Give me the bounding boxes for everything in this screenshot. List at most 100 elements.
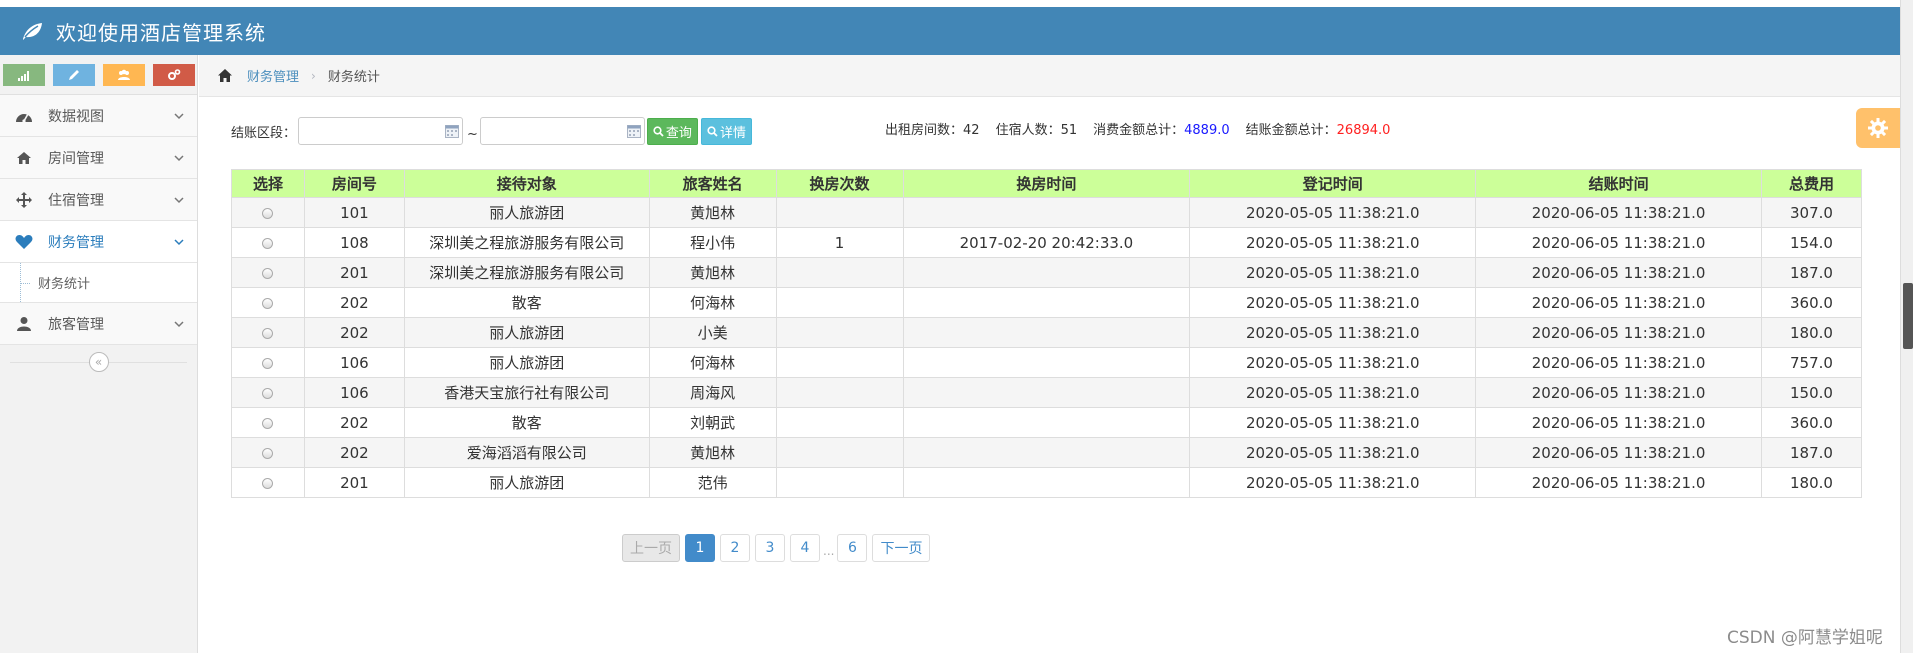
row-select-radio[interactable] xyxy=(262,357,274,369)
row-select-radio[interactable] xyxy=(262,207,274,219)
row-select-radio[interactable] xyxy=(262,297,274,309)
query-button[interactable]: 查询 xyxy=(646,117,698,145)
column-header: 结账时间 xyxy=(1475,169,1762,198)
table-cell: 202 xyxy=(303,437,405,468)
next-page-button[interactable]: 下一页 xyxy=(872,534,931,562)
table-cell: 2020-06-05 11:38:21.0 xyxy=(1475,287,1762,318)
page-button-2[interactable]: 2 xyxy=(720,534,750,562)
sidebar-item-data-view[interactable]: 数据视图 xyxy=(0,95,197,137)
table-cell xyxy=(775,287,904,318)
sidebar-item-guest-management[interactable]: 旅客管理 xyxy=(0,303,197,345)
table-cell: 2020-05-05 11:38:21.0 xyxy=(1189,377,1477,408)
select-cell xyxy=(231,467,305,498)
row-select-radio[interactable] xyxy=(262,387,274,399)
table-row[interactable]: 202 爱海滔滔有限公司 黄旭林 2020-05-05 11:38:21.0 2020-… xyxy=(231,437,1862,468)
row-select-radio[interactable] xyxy=(262,267,274,279)
select-cell xyxy=(231,437,305,468)
rented-rooms-value: 42 xyxy=(963,123,980,138)
home-icon[interactable] xyxy=(217,68,233,83)
move-icon xyxy=(14,191,34,209)
shortcut-bar xyxy=(0,55,197,95)
table-row[interactable]: 202 散客 刘朝武 2020-05-05 11:38:21.0 2020-06-05 … xyxy=(231,407,1862,438)
table-cell: 散客 xyxy=(403,407,650,438)
table-row[interactable]: 106 丽人旅游团 何海林 2020-05-05 11:38:21.0 2020-06-… xyxy=(231,347,1862,378)
breadcrumb-current: 财务统计 xyxy=(327,70,380,85)
page-button-last[interactable]: 6 xyxy=(837,534,868,562)
select-cell xyxy=(231,257,305,288)
shortcut-users-button[interactable] xyxy=(103,64,145,86)
prev-page-button[interactable]: 上一页 xyxy=(622,534,680,562)
page-button-4[interactable]: 4 xyxy=(790,534,820,562)
detail-button-label: 详情 xyxy=(719,125,746,141)
shortcut-settings-button[interactable] xyxy=(153,64,195,86)
table-cell: 爱海滔滔有限公司 xyxy=(403,437,650,468)
double-chevron-left-icon[interactable]: « xyxy=(88,352,109,372)
table-cell: 2020-05-05 11:38:21.0 xyxy=(1189,407,1477,438)
column-header: 总费用 xyxy=(1761,169,1862,198)
calendar-icon[interactable] xyxy=(445,124,460,138)
table-cell: 2020-06-05 11:38:21.0 xyxy=(1475,347,1762,378)
sidebar-item-label: 数据视图 xyxy=(48,108,104,125)
column-header: 接待对象 xyxy=(403,169,650,198)
table-row[interactable]: 101 丽人旅游团 黄旭林 2020-05-05 11:38:21.0 2020-06-… xyxy=(231,197,1862,228)
column-header: 登记时间 xyxy=(1189,169,1477,198)
select-cell xyxy=(231,317,305,348)
search-icon xyxy=(653,125,664,137)
table-cell: 201 xyxy=(303,257,405,288)
settings-gear-button[interactable] xyxy=(1856,108,1900,148)
sidebar-collapse-row: « xyxy=(0,345,197,379)
table-row[interactable]: 202 散客 何海林 2020-05-05 11:38:21.0 2020-06-05 … xyxy=(231,287,1862,318)
calendar-icon[interactable] xyxy=(626,124,641,138)
vertical-scrollbar[interactable] xyxy=(1900,0,1913,653)
sidebar-item-room-management[interactable]: 房间管理 xyxy=(0,137,197,179)
guest-count-label: 住宿人数： xyxy=(995,123,1061,138)
page-button-1[interactable]: 1 xyxy=(685,534,715,562)
sidebar-item-finance-management[interactable]: 财务管理 xyxy=(0,221,197,263)
signal-icon xyxy=(18,71,29,81)
consumption-total-label: 消费金额总计： xyxy=(1093,123,1185,138)
row-select-radio[interactable] xyxy=(262,237,274,249)
end-date-input[interactable] xyxy=(479,117,645,145)
table-cell: 深圳美之程旅游服务有限公司 xyxy=(403,227,650,258)
table-cell: 2020-06-05 11:38:21.0 xyxy=(1475,257,1762,288)
table-cell xyxy=(775,347,904,378)
table-row[interactable]: 201 深圳美之程旅游服务有限公司 黄旭林 2020-05-05 11:38:21.0… xyxy=(231,257,1862,288)
page-ellipsis: ... xyxy=(823,544,835,558)
checkout-total-label: 结账金额总计： xyxy=(1245,123,1337,138)
table-cell: 202 xyxy=(303,407,405,438)
table-cell xyxy=(775,437,904,468)
table-cell: 2020-06-05 11:38:21.0 xyxy=(1475,227,1762,258)
row-select-radio[interactable] xyxy=(262,417,274,429)
sidebar-subitem-finance-stats[interactable]: 财务统计 xyxy=(0,263,197,303)
sidebar-item-label: 旅客管理 xyxy=(48,316,104,333)
table-body: 101 丽人旅游团 黄旭林 2020-05-05 11:38:21.0 2020-06-… xyxy=(231,197,1862,498)
table-cell xyxy=(902,347,1191,378)
row-select-radio[interactable] xyxy=(262,447,274,459)
table-row[interactable]: 108 深圳美之程旅游服务有限公司 程小伟 1 2017-02-20 20:42:33.… xyxy=(231,227,1862,258)
table-cell: 2020-05-05 11:38:21.0 xyxy=(1189,347,1477,378)
sidebar-item-stay-management[interactable]: 住宿管理 xyxy=(0,179,197,221)
table-cell: 180.0 xyxy=(1761,317,1862,348)
detail-button[interactable]: 详情 xyxy=(700,117,752,145)
table-cell: 丽人旅游团 xyxy=(403,317,650,348)
table-cell: 106 xyxy=(303,347,405,378)
table-row[interactable]: 202 丽人旅游团 小美 2020-05-05 11:38:21.0 2020-06-0… xyxy=(231,317,1862,348)
row-select-radio[interactable] xyxy=(262,477,274,489)
sidebar: 数据视图 房间管理 住宿管理 财务管理 财务统计 旅客管理 « xyxy=(0,55,198,653)
filter-bar: 结账区段： ~ 查询 详情 xyxy=(231,116,752,146)
table-row[interactable]: 201 丽人旅游团 范伟 2020-05-05 11:38:21.0 2020-06-0… xyxy=(231,467,1862,498)
table-row[interactable]: 106 香港天宝旅行社有限公司 周海风 2020-05-05 11:38:21.0 20… xyxy=(231,377,1862,408)
row-select-radio[interactable] xyxy=(262,327,274,339)
scrollbar-thumb[interactable] xyxy=(1903,283,1913,349)
pencil-icon xyxy=(69,70,79,80)
page-button-3[interactable]: 3 xyxy=(755,534,785,562)
shortcut-edit-button[interactable] xyxy=(53,64,95,86)
checkout-total-stat: 结账金额总计：26894.0 xyxy=(1246,119,1391,138)
start-date-input[interactable] xyxy=(298,117,464,145)
select-cell xyxy=(231,197,305,228)
checkout-range-label: 结账区段： xyxy=(231,125,297,141)
breadcrumb-link-finance[interactable]: 财务管理 xyxy=(247,66,299,85)
table-cell: 2020-05-05 11:38:21.0 xyxy=(1189,467,1477,498)
finance-table-container: 选择 房间号 接待对象 旅客姓名 换房次数 换房时间 登记时间 结账时间 总费用 101 丽人旅游… xyxy=(231,169,1862,498)
shortcut-stats-button[interactable] xyxy=(3,64,45,86)
